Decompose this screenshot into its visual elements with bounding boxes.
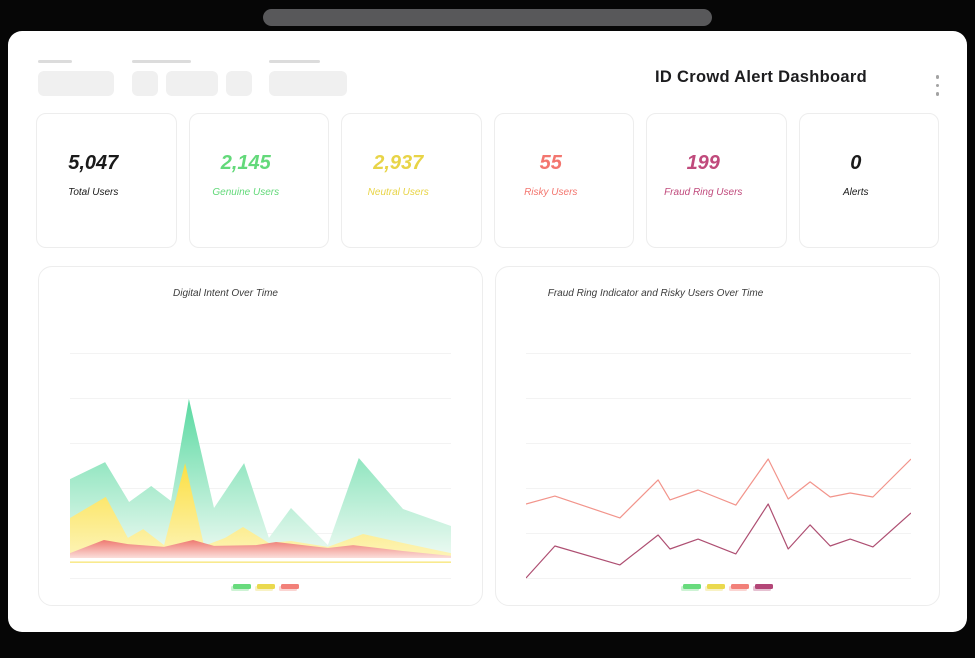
stat-cards-row: 5,047 Total Users 2,145 Genuine Users 2,… xyxy=(36,113,939,248)
page-title: ID Crowd Alert Dashboard xyxy=(655,68,867,87)
stat-card-neutral-users: 2,937 Neutral Users xyxy=(341,113,482,248)
stat-card-alerts: 0 Alerts xyxy=(799,113,940,248)
skeleton-button[interactable] xyxy=(38,71,114,96)
stat-value: 5,047 xyxy=(24,152,163,174)
stat-value: 55 xyxy=(482,152,621,174)
digital-intent-chart-card: Digital Intent Over Time xyxy=(38,266,483,606)
kebab-menu-icon[interactable] xyxy=(934,73,942,98)
stat-value: 2,937 xyxy=(329,152,468,174)
chart-title: Fraud Ring Indicator and Risky Users Ove… xyxy=(434,288,877,299)
stat-card-fraud-ring-users: 199 Fraud Ring Users xyxy=(646,113,787,248)
legend-dash[interactable] xyxy=(707,584,725,589)
legend-dash[interactable] xyxy=(281,584,299,589)
titlebar-pill xyxy=(263,9,712,26)
chart-legend xyxy=(49,584,482,589)
chart-legend xyxy=(516,584,939,589)
stat-value: 0 xyxy=(787,152,926,174)
digital-intent-area-chart xyxy=(70,353,451,579)
legend-dash[interactable] xyxy=(683,584,701,589)
skeleton-button[interactable] xyxy=(166,71,218,96)
skeleton-button[interactable] xyxy=(269,71,347,96)
stat-card-total-users: 5,047 Total Users xyxy=(36,113,177,248)
stat-label: Total Users xyxy=(24,187,163,199)
skeleton-button[interactable] xyxy=(226,71,252,96)
legend-dash[interactable] xyxy=(233,584,251,589)
chart-title: Digital Intent Over Time xyxy=(4,288,447,299)
stat-value: 199 xyxy=(634,152,773,174)
charts-row: Digital Intent Over Time Fraud Ring Indi… xyxy=(38,266,940,606)
stat-label: Fraud Ring Users xyxy=(634,187,773,199)
legend-dash[interactable] xyxy=(257,584,275,589)
skeleton-bar xyxy=(269,60,320,63)
skeleton-button[interactable] xyxy=(132,71,158,96)
stat-label: Risky Users xyxy=(482,187,621,199)
legend-dash[interactable] xyxy=(755,584,773,589)
stat-label: Alerts xyxy=(787,187,926,199)
fraud-risky-line-chart xyxy=(526,353,911,579)
stat-label: Neutral Users xyxy=(329,187,468,199)
legend-dash[interactable] xyxy=(731,584,749,589)
dashboard-page: ID Crowd Alert Dashboard 5,047 Total Use… xyxy=(8,31,967,632)
stat-value: 2,145 xyxy=(177,152,316,174)
stat-card-risky-users: 55 Risky Users xyxy=(494,113,635,248)
fraud-risky-chart-card: Fraud Ring Indicator and Risky Users Ove… xyxy=(495,266,940,606)
stat-card-genuine-users: 2,145 Genuine Users xyxy=(189,113,330,248)
skeleton-bar xyxy=(38,60,72,63)
stat-label: Genuine Users xyxy=(177,187,316,199)
skeleton-bar xyxy=(132,60,191,63)
